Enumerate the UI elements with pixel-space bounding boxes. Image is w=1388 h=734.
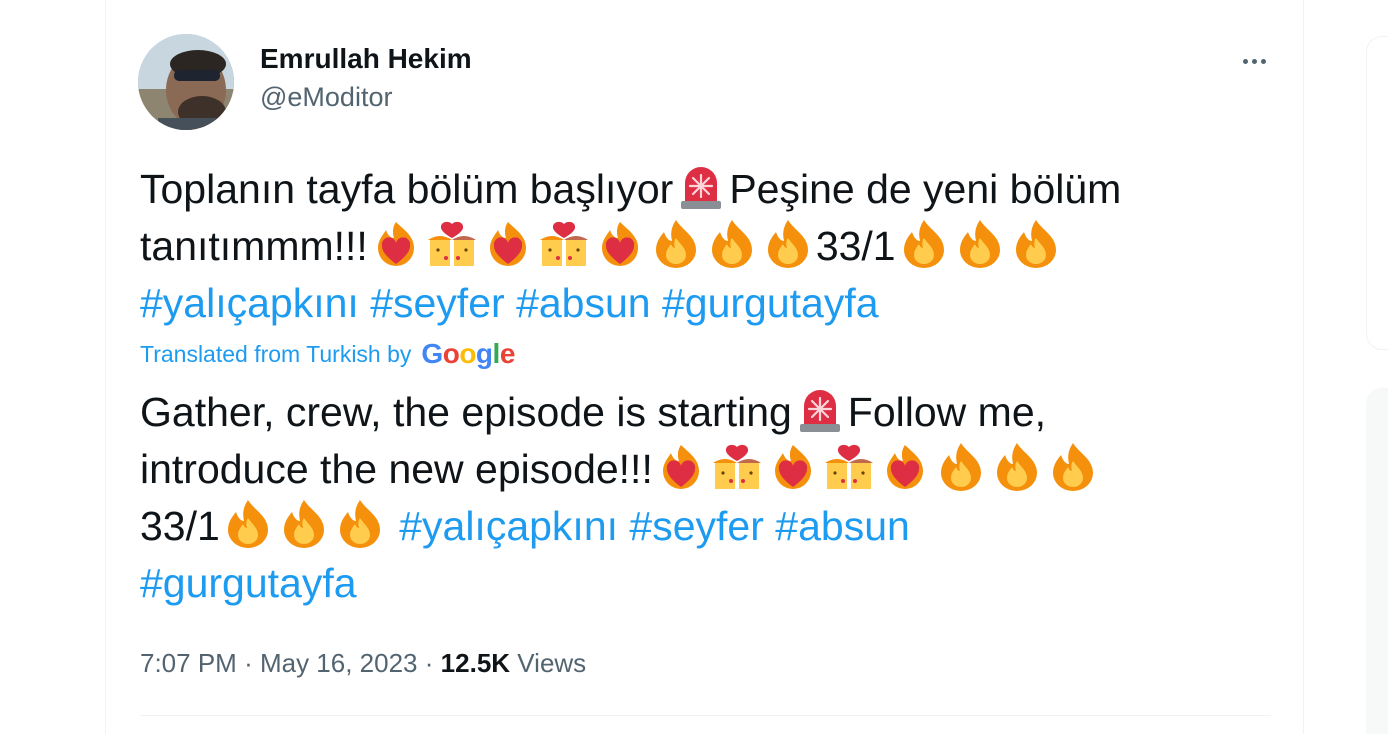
tweet-text-segment: Follow me, — [847, 389, 1047, 435]
hashtag-link[interactable]: #seyfer — [629, 503, 763, 549]
avatar[interactable] — [138, 34, 234, 130]
google-logo: Google — [421, 338, 516, 370]
heart-on-fire-emoji-icon — [767, 441, 819, 493]
tweet-text-segment — [764, 503, 775, 549]
meta-separator: · — [424, 648, 434, 678]
rotating-light-emoji-icon — [794, 384, 846, 436]
views-label: Views — [517, 648, 587, 678]
sidebar-card — [1366, 36, 1388, 350]
hashtag-link[interactable]: #yalıçapkını — [399, 503, 618, 549]
fire-emoji-icon — [650, 218, 702, 270]
heart-on-fire-emoji-icon — [879, 441, 931, 493]
tweet-text-segment — [505, 280, 516, 326]
google-logo-letter: e — [499, 338, 516, 369]
sidebar-panel — [1366, 388, 1388, 734]
google-logo-letter: o — [442, 338, 460, 369]
tweet-text-line: tanıtımmm!!! 33/1 — [140, 218, 1280, 275]
meta-separator: · — [244, 648, 253, 678]
hashtag-link[interactable]: #absun — [516, 280, 651, 326]
translation-notice[interactable]: Translated from Turkish by Google — [140, 338, 515, 370]
author-display-name[interactable]: Emrullah Hekim — [260, 42, 472, 76]
tweet-text-line: Toplanın tayfa bölüm başlıyor Peşine de y… — [140, 161, 1280, 218]
tweet: Emrullah Hekim @eModitor Toplanın tayfa … — [106, 0, 1303, 734]
tweet-text-segment — [618, 503, 629, 549]
tweet-text-segment: introduce the new episode!!! — [140, 446, 653, 492]
tweet-text-segment: Peşine de yeni bölüm — [729, 166, 1122, 212]
author-handle[interactable]: @eModitor — [260, 80, 472, 114]
tweet-time[interactable]: 7:07 PM — [140, 648, 237, 678]
more-horizontal-icon — [1242, 58, 1248, 64]
heart-on-fire-emoji-icon — [594, 218, 646, 270]
tweet-text-segment: 33/1 — [815, 223, 896, 269]
fire-emoji-icon — [222, 498, 274, 550]
tweet-text-segment — [359, 280, 370, 326]
tweet-text-segment: tanıtımmm!!! — [140, 223, 368, 269]
more-dot — [1251, 58, 1257, 64]
divider — [140, 715, 1271, 716]
views-count: 12.5K — [440, 648, 511, 678]
translated-from-label: Translated from Turkish by — [140, 341, 412, 367]
page: Emrullah Hekim @eModitor Toplanın tayfa … — [0, 0, 1388, 734]
avatar-image — [138, 34, 234, 130]
fire-emoji-icon — [1010, 218, 1062, 270]
hashtag-link[interactable]: #seyfer — [370, 280, 504, 326]
fire-emoji-icon — [762, 218, 814, 270]
tweet-text-line: #gurgutayfa — [140, 555, 1280, 612]
tweet-text-segment: 33/1 — [140, 503, 220, 549]
kiss-emoji-icon — [426, 218, 478, 270]
google-logo-letter: G — [421, 338, 443, 369]
hashtag-link[interactable]: #gurgutayfa — [140, 560, 357, 606]
hashtag-link[interactable]: #yalıçapkını — [140, 280, 359, 326]
tweet-text-original: Toplanın tayfa bölüm başlıyor Peşine de y… — [140, 161, 1280, 332]
hashtag-link[interactable]: #absun — [775, 503, 910, 549]
fire-emoji-icon — [1047, 441, 1099, 493]
fire-emoji-icon — [898, 218, 950, 270]
tweet-text-line: #yalıçapkını #seyfer #absun #gurgutayfa — [140, 275, 1280, 332]
tweet-text-segment: Gather, crew, the episode is starting — [140, 389, 792, 435]
heart-on-fire-emoji-icon — [370, 218, 422, 270]
tweet-text-line: introduce the new episode!!! — [140, 441, 1280, 498]
heart-on-fire-emoji-icon — [655, 441, 707, 493]
google-logo-letter: o — [459, 338, 476, 369]
author-block: Emrullah Hekim @eModitor — [260, 42, 472, 114]
rotating-light-emoji-icon — [675, 161, 727, 213]
fire-emoji-icon — [935, 441, 987, 493]
fire-emoji-icon — [991, 441, 1043, 493]
tweet-meta: 7:07 PM · May 16, 2023 · 12.5K Views — [140, 646, 586, 680]
tweet-text-line: 33/1 #yalıçapkını #seyfer #absun — [140, 498, 1280, 555]
fire-emoji-icon — [706, 218, 758, 270]
kiss-emoji-icon — [823, 441, 875, 493]
tweet-text-segment — [651, 280, 662, 326]
heart-on-fire-emoji-icon — [482, 218, 534, 270]
tweet-text-translated: Gather, crew, the episode is starting Fol… — [140, 384, 1280, 612]
more-dot — [1260, 58, 1266, 64]
more-options-button[interactable] — [1236, 46, 1272, 76]
column-border-right — [1303, 0, 1304, 734]
google-logo-letter: l — [492, 338, 501, 369]
tweet-text-line: Gather, crew, the episode is starting Fol… — [140, 384, 1280, 441]
fire-emoji-icon — [334, 498, 386, 550]
google-logo-letter: g — [475, 338, 493, 369]
tweet-date[interactable]: May 16, 2023 — [260, 648, 418, 678]
kiss-emoji-icon — [711, 441, 763, 493]
tweet-text-segment: Toplanın tayfa bölüm başlıyor — [140, 166, 674, 212]
fire-emoji-icon — [954, 218, 1006, 270]
kiss-emoji-icon — [538, 218, 590, 270]
hashtag-link[interactable]: #gurgutayfa — [662, 280, 879, 326]
fire-emoji-icon — [278, 498, 330, 550]
tweet-text-segment — [388, 503, 399, 549]
